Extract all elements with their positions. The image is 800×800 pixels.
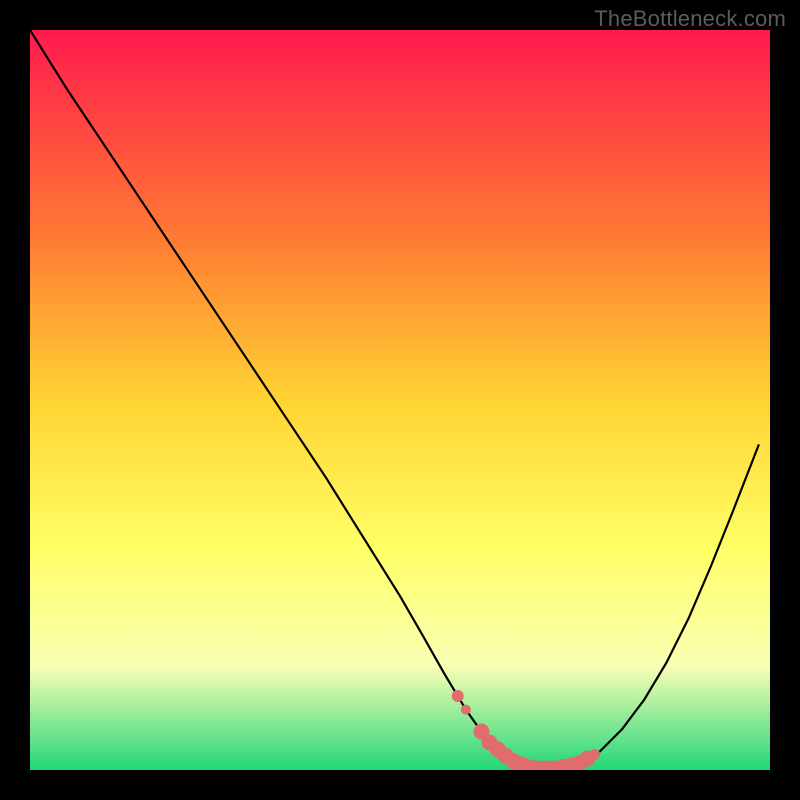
- heatmap-background: [30, 30, 770, 770]
- watermark-label: TheBottleneck.com: [594, 6, 786, 32]
- plot-area: [30, 30, 770, 770]
- chart-frame: TheBottleneck.com: [0, 0, 800, 800]
- bottleneck-chart: [30, 30, 770, 770]
